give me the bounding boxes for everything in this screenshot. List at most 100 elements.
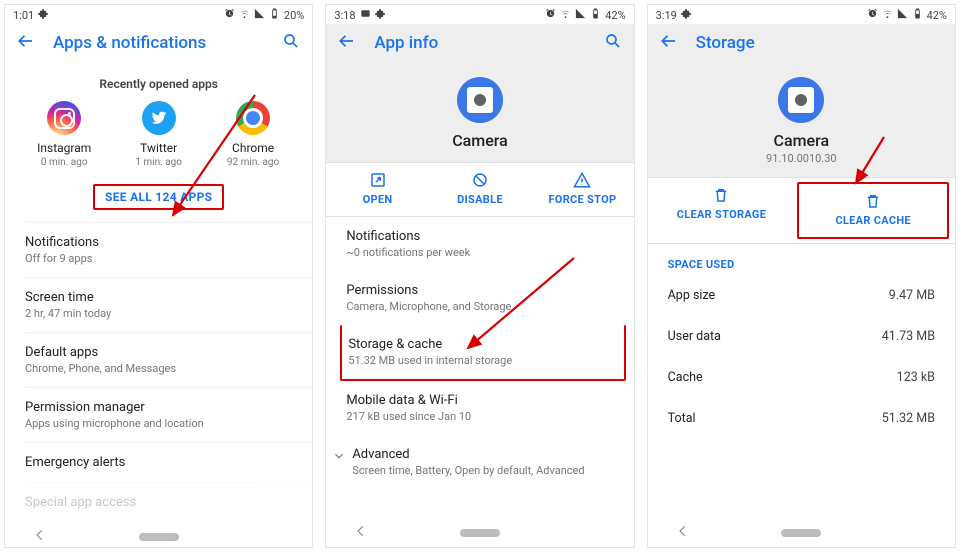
- disable-icon: [429, 171, 531, 189]
- toolbar-title: Storage: [696, 33, 943, 53]
- item-secondary: 51.32 MB used in internal storage: [348, 354, 609, 367]
- nav-back-icon[interactable]: [354, 524, 368, 541]
- battery-icon: [590, 8, 601, 22]
- force-stop-button[interactable]: FORCE STOP: [531, 163, 633, 216]
- recent-app-sub: 0 min. ago: [41, 157, 88, 168]
- app-header: Camera 91.10.0010.30: [648, 63, 955, 178]
- recent-app-instagram[interactable]: Instagram 0 min. ago: [24, 101, 104, 168]
- see-all-wrap: SEE ALL 124 APPS: [5, 172, 312, 222]
- kv-key: User data: [668, 329, 721, 344]
- warning-icon: [531, 171, 633, 189]
- image-icon: [360, 8, 371, 22]
- recent-apps-heading: Recently opened apps: [5, 63, 312, 101]
- row-cache: Cache 123 kB: [648, 357, 955, 398]
- item-notifications[interactable]: Notifications Off for 9 apps: [25, 222, 312, 277]
- nav-bar: [5, 522, 312, 548]
- clear-cache-button[interactable]: CLEAR CACHE: [797, 182, 949, 239]
- row-user-data: User data 41.73 MB: [648, 316, 955, 357]
- space-used-heading: SPACE USED: [648, 244, 955, 275]
- toolbar: Storage: [648, 24, 955, 63]
- nav-home-pill[interactable]: [781, 529, 821, 537]
- back-icon[interactable]: [660, 32, 678, 53]
- action-label: FORCE STOP: [548, 193, 616, 206]
- item-permission-manager[interactable]: Permission manager Apps using microphone…: [25, 387, 312, 442]
- item-mobile-data-wifi[interactable]: Mobile data & Wi-Fi 217 kB used since Ja…: [346, 381, 633, 435]
- item-advanced[interactable]: Advanced Screen time, Battery, Open by d…: [326, 435, 633, 489]
- back-icon[interactable]: [338, 32, 356, 53]
- recent-app-sub: 1 min. ago: [135, 157, 182, 168]
- battery-icon: [912, 8, 923, 22]
- screen-apps-notifications: 1:01 20% Apps & notifications Recently o…: [4, 4, 313, 548]
- screen-storage: 3:19 42% Storage Camera 91.10.0010.30 CL…: [647, 4, 956, 548]
- alarm-icon: [224, 8, 235, 22]
- instagram-icon: [47, 101, 81, 135]
- open-button[interactable]: OPEN: [326, 163, 428, 216]
- nav-home-pill[interactable]: [460, 529, 500, 537]
- item-secondary: Apps using microphone and location: [25, 417, 298, 430]
- kv-value: 9.47 MB: [889, 288, 935, 303]
- app-name: Camera: [452, 131, 508, 150]
- camera-app-icon: [457, 77, 503, 123]
- chevron-down-icon: [332, 449, 346, 466]
- puzzle-icon: [375, 8, 386, 22]
- recent-app-chrome[interactable]: Chrome 92 min. ago: [213, 101, 293, 168]
- back-icon[interactable]: [17, 32, 35, 53]
- toolbar-title: Apps & notifications: [53, 33, 282, 53]
- screen-app-info: 3:18 42% App info Camera OPEN DISABLE: [325, 4, 634, 548]
- item-storage-cache[interactable]: Storage & cache 51.32 MB used in interna…: [340, 325, 625, 381]
- search-icon[interactable]: [604, 32, 622, 53]
- recent-app-sub: 92 min. ago: [227, 157, 279, 168]
- item-default-apps[interactable]: Default apps Chrome, Phone, and Messages: [25, 332, 312, 387]
- item-primary: Mobile data & Wi-Fi: [346, 393, 619, 408]
- app-version: 91.10.0010.30: [766, 152, 837, 165]
- status-battery-pct: 42%: [605, 9, 625, 22]
- puzzle-icon: [681, 8, 692, 22]
- item-secondary: ~0 notifications per week: [346, 246, 619, 259]
- kv-value: 51.32 MB: [882, 411, 935, 426]
- clear-storage-button[interactable]: CLEAR STORAGE: [648, 178, 796, 243]
- nav-home-pill[interactable]: [139, 533, 179, 541]
- item-screen-time[interactable]: Screen time 2 hr, 47 min today: [25, 277, 312, 332]
- recent-apps-row: Instagram 0 min. ago Twitter 1 min. ago …: [5, 101, 312, 172]
- item-primary: Permission manager: [25, 400, 298, 415]
- nav-back-icon[interactable]: [676, 524, 690, 541]
- status-battery-pct: 20%: [284, 9, 304, 22]
- status-battery-pct: 42%: [927, 9, 947, 22]
- item-special-app-access[interactable]: Special app access: [25, 482, 312, 522]
- app-name: Camera: [774, 131, 830, 150]
- status-time: 1:01: [13, 9, 34, 22]
- item-permissions[interactable]: Permissions Camera, Microphone, and Stor…: [346, 271, 633, 325]
- signal-icon: [254, 8, 265, 22]
- row-app-size: App size 9.47 MB: [648, 275, 955, 316]
- item-emergency-alerts[interactable]: Emergency alerts: [25, 442, 312, 482]
- recent-app-name: Chrome: [232, 141, 274, 155]
- item-secondary: Camera, Microphone, and Storage: [346, 300, 619, 313]
- toolbar: Apps & notifications: [5, 24, 312, 63]
- kv-key: Total: [668, 411, 696, 426]
- alarm-icon: [545, 8, 556, 22]
- search-icon[interactable]: [282, 32, 300, 53]
- recent-app-twitter[interactable]: Twitter 1 min. ago: [119, 101, 199, 168]
- see-all-apps-button[interactable]: SEE ALL 124 APPS: [93, 184, 224, 210]
- disable-button[interactable]: DISABLE: [429, 163, 531, 216]
- item-notifications[interactable]: Notifications ~0 notifications per week: [346, 217, 633, 271]
- app-header: Camera: [326, 63, 633, 163]
- settings-list: Notifications Off for 9 apps Screen time…: [5, 222, 312, 522]
- battery-icon: [269, 8, 280, 22]
- kv-value: 41.73 MB: [882, 329, 935, 344]
- nav-bar: [648, 518, 955, 547]
- action-label: CLEAR CACHE: [835, 214, 910, 227]
- recent-app-name: Twitter: [140, 141, 177, 155]
- kv-value: 123 kB: [897, 370, 935, 385]
- item-secondary: 2 hr, 47 min today: [25, 307, 298, 320]
- open-icon: [326, 171, 428, 189]
- action-row: CLEAR STORAGE CLEAR CACHE: [648, 178, 955, 244]
- camera-app-icon: [778, 77, 824, 123]
- action-label: CLEAR STORAGE: [677, 208, 766, 221]
- item-primary: Notifications: [25, 235, 298, 250]
- item-primary: Emergency alerts: [25, 455, 298, 470]
- status-time: 3:18: [334, 9, 355, 22]
- chrome-icon: [236, 101, 270, 135]
- nav-back-icon[interactable]: [33, 528, 47, 545]
- status-bar: 3:18 42%: [326, 5, 633, 24]
